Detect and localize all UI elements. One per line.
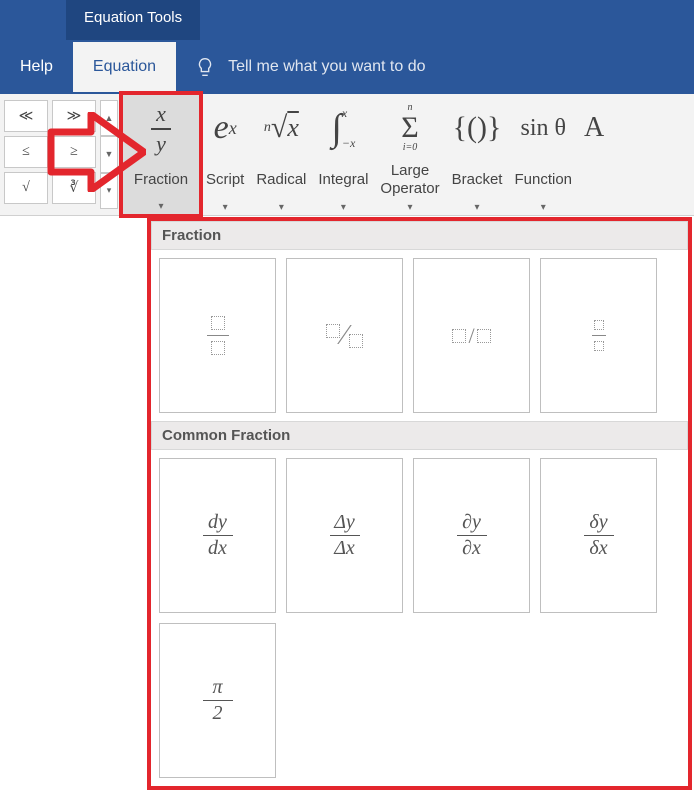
gallery-section-fraction: Fraction [151, 221, 688, 250]
radical-icon: n√x [264, 98, 299, 158]
accent-icon: A [584, 98, 604, 158]
common-fraction-item[interactable]: π2 [159, 623, 276, 778]
symbol-scroll-up[interactable]: ▲ [100, 100, 118, 136]
tell-me-label: Tell me what you want to do [228, 58, 425, 76]
fraction-icon: x y [151, 99, 171, 159]
fraction-skewed[interactable]: ⁄ [286, 258, 403, 413]
integral-button[interactable]: ∫x−x Integral ▾ [312, 94, 374, 215]
fraction-label: Fraction [134, 171, 188, 188]
tell-me-search[interactable]: Tell me what you want to do [176, 56, 425, 78]
bracket-label: Bracket [452, 171, 503, 188]
tab-help[interactable]: Help [0, 42, 73, 92]
function-icon: sin θ [521, 98, 567, 158]
symbol-less-equal[interactable]: ≤ [4, 136, 48, 168]
gallery-section-common-fraction: Common Fraction [151, 421, 688, 450]
fraction-stacked[interactable] [159, 258, 276, 413]
chevron-down-icon: ▾ [223, 203, 228, 213]
symbol-much-greater[interactable]: ≫ [52, 100, 96, 132]
common-fraction-item[interactable]: ∂y∂x [413, 458, 530, 613]
symbol-scroll-down[interactable]: ▼ [100, 136, 118, 172]
fraction-button[interactable]: x y Fraction ▾ [122, 94, 200, 215]
chevron-down-icon: ▾ [475, 203, 480, 213]
symbol-nroot[interactable]: ∛ [52, 172, 96, 204]
symbol-dropdown[interactable]: ▾ [100, 173, 118, 209]
common-fraction-item[interactable]: ΔyΔx [286, 458, 403, 613]
symbol-greater-equal[interactable]: ≥ [52, 136, 96, 168]
symbol-grid: ≪ ≤ √ ≫ ≥ ∛ ▲ ▼ ▾ [0, 94, 122, 215]
title-bar: Equation Tools [0, 0, 694, 40]
large-operator-icon: n Σ i=0 [401, 98, 418, 158]
accent-button-partial[interactable]: A [578, 94, 604, 215]
script-icon: ex [214, 98, 237, 158]
symbol-sqrt[interactable]: √ [4, 172, 48, 204]
titlebar-spacer [0, 0, 66, 40]
bracket-button[interactable]: {()} Bracket ▾ [446, 94, 509, 215]
common-fraction-item[interactable]: dydx [159, 458, 276, 613]
fraction-gallery-dropdown: Fraction ⁄ / Common Fraction dydxΔyΔx∂y∂… [147, 217, 692, 790]
symbol-much-less[interactable]: ≪ [4, 100, 48, 132]
function-label: Function [514, 171, 572, 188]
equation-tools-label: Equation Tools [66, 0, 200, 40]
common-fraction-item[interactable]: δyδx [540, 458, 657, 613]
chevron-down-icon: ▾ [541, 203, 546, 213]
ribbon: ≪ ≤ √ ≫ ≥ ∛ ▲ ▼ ▾ x y Fraction ▾ ex [0, 94, 694, 216]
radical-button[interactable]: n√x Radical ▾ [250, 94, 312, 215]
script-label: Script [206, 171, 244, 188]
chevron-down-icon: ▾ [408, 203, 413, 213]
fraction-linear[interactable]: / [413, 258, 530, 413]
chevron-down-icon: ▾ [341, 203, 346, 213]
script-button[interactable]: ex Script ▾ [200, 94, 250, 215]
integral-icon: ∫x−x [331, 98, 355, 158]
bracket-icon: {()} [453, 98, 502, 158]
radical-label: Radical [256, 171, 306, 188]
lightbulb-icon [194, 56, 216, 78]
chevron-down-icon: ▾ [279, 203, 284, 213]
chevron-down-icon: ▾ [158, 202, 163, 212]
large-operator-label: Large Operator [380, 162, 439, 197]
tabs-row: Help Equation Tell me what you want to d… [0, 40, 694, 94]
function-button[interactable]: sin θ Function ▾ [508, 94, 578, 215]
fraction-small[interactable] [540, 258, 657, 413]
tab-equation[interactable]: Equation [73, 42, 176, 92]
integral-label: Integral [318, 171, 368, 188]
large-operator-button[interactable]: n Σ i=0 Large Operator ▾ [374, 94, 445, 215]
